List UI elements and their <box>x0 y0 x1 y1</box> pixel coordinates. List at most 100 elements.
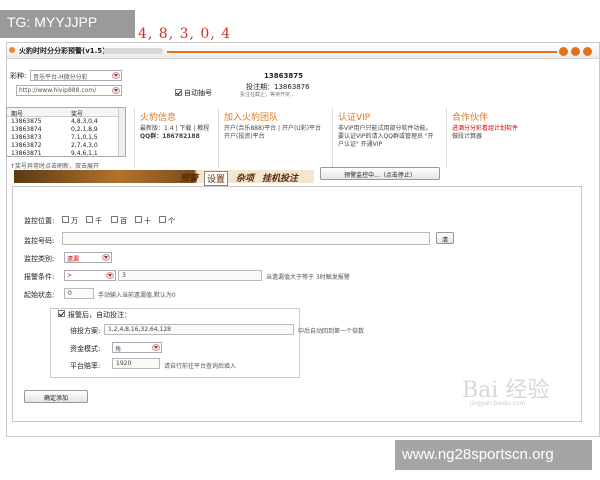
app-logo-icon <box>9 47 15 53</box>
mode-value: 角 <box>115 346 122 353</box>
rate-input[interactable]: 1920 <box>112 358 160 369</box>
col-header-issue: 期号 <box>11 111 24 118</box>
table-scrollbar[interactable] <box>118 108 125 156</box>
start-label: 起始状态: <box>24 291 55 299</box>
monitor-stop-button[interactable]: 预警监控中...（点击停止） <box>320 167 440 180</box>
position-checkbox[interactable] <box>62 216 69 223</box>
divider <box>332 108 333 168</box>
info-qq: QQ群：186782188 <box>140 133 200 140</box>
tg-badge: TG: MYYJJPP <box>0 10 135 38</box>
minimize-button[interactable] <box>559 47 568 56</box>
table-row-number: 4,8,3,0,4 <box>71 118 98 125</box>
chevron-down-icon <box>106 272 114 279</box>
confirm-add-button[interactable]: 确定添加 <box>24 390 88 403</box>
partner-link-2[interactable]: 做段计算器 <box>452 133 518 141</box>
vip-line-2: 要认证VIP的请入QQ群或管理员 "开 <box>338 133 434 140</box>
number-input[interactable] <box>62 232 430 245</box>
partner-link-1[interactable]: 进酒分分彩看组计划软件 <box>452 125 518 133</box>
start-input[interactable]: 0 <box>64 288 94 299</box>
maximize-button[interactable] <box>571 47 580 56</box>
auto-draw-label: 自动抽号 <box>184 89 212 97</box>
vip-line-3[interactable]: 户认证" 开通VIP <box>338 141 434 149</box>
position-qian-label: 千 <box>95 217 102 225</box>
condition-label: 报警条件: <box>24 273 55 281</box>
site-watermark: www.ng28sportscn.org <box>395 440 592 470</box>
condition-value-input[interactable]: 3 <box>118 270 262 281</box>
draw-status: 投注在截止，等待开奖... <box>240 92 295 98</box>
issue-number: 13863875 <box>264 72 303 80</box>
chevron-down-icon <box>102 254 110 261</box>
auto-bet-label: 报警后，自动投注： <box>68 311 131 319</box>
divider <box>218 108 219 168</box>
position-label: 监控位置: <box>24 217 55 225</box>
team-link-1[interactable]: 开户(合乐888)平台 | 开户(U彩)平台 <box>224 125 321 133</box>
plan-hint: 中后自动回到第一个倍数 <box>298 328 365 335</box>
type-label: 监控类别: <box>24 255 55 263</box>
start-hint: 手动输入当前遗漏值,默认为0 <box>98 292 176 299</box>
auto-draw-checkbox[interactable] <box>175 89 182 96</box>
team-title: 加入火豹团队 <box>224 113 279 123</box>
condition-hint: 当遗漏值大于等于 3时触发报警 <box>266 274 350 281</box>
tab-misc[interactable]: 杂项 <box>236 171 254 184</box>
plan-label: 倍投方案: <box>70 327 101 335</box>
chevron-down-icon <box>152 344 160 351</box>
table-row-issue: 13863873 <box>11 134 42 141</box>
baidu-watermark-url: jingyan.baidu.com <box>470 400 526 407</box>
refresh-tip: ↑奖号异常时点击刷新，双击展开 <box>10 163 100 170</box>
vip-section: 认证VIP 非VIP用户只能试用部分软件功能。 要认证VIP的请入QQ群或管理员… <box>338 110 434 149</box>
table-row-issue: 13863874 <box>11 126 42 133</box>
table-row-issue: 13863871 <box>11 150 42 157</box>
team-link-2[interactable]: 开户(投资)平台 <box>224 133 321 141</box>
tab-alert[interactable]: 预警 <box>180 171 198 184</box>
table-row-number: 7,1,0,1,5 <box>71 134 98 141</box>
title-bar: 火豹时时分分彩预警(v1.5) <box>7 43 599 59</box>
title-accent-line <box>167 51 557 53</box>
url-select[interactable]: http://www.hivip888.com/ <box>16 85 122 96</box>
position-shi-label: 十 <box>144 217 151 225</box>
type-value: 遗漏 <box>67 256 80 263</box>
chevron-down-icon <box>112 87 120 94</box>
divider <box>134 108 135 168</box>
lottery-type-select[interactable]: 音乐平台-H微分分彩 <box>30 70 122 81</box>
close-button[interactable] <box>583 47 592 56</box>
table-row-issue: 13863875 <box>11 118 42 125</box>
mode-select[interactable]: 角 <box>112 342 162 353</box>
history-table[interactable]: 期号 奖号 13863875 4,8,3,0,4 13863874 0,2,1,… <box>6 107 126 157</box>
table-row-number: 9,4,6,1,1 <box>71 150 98 157</box>
url-value: http://www.hivip888.com/ <box>19 87 97 94</box>
vip-line-1: 非VIP用户只能试用部分软件功能。 <box>338 125 432 132</box>
clear-button[interactable]: 清 <box>436 232 454 244</box>
window-title: 火豹时时分分彩预警(v1.5) <box>19 47 106 55</box>
info-title: 火豹信息 <box>140 113 177 123</box>
draw-numbers: 4, 8, 3, 0, 4 <box>138 26 232 42</box>
mode-label: 资金模式: <box>70 345 101 353</box>
position-checkbox[interactable] <box>135 216 142 223</box>
condition-operator-select[interactable]: > <box>64 270 116 281</box>
position-checkbox[interactable] <box>159 216 166 223</box>
lottery-type-label: 彩种: <box>10 72 27 80</box>
table-header <box>7 108 125 117</box>
divider <box>446 108 447 168</box>
tab-settings[interactable]: 设置 <box>204 171 229 186</box>
title-blur <box>103 48 163 54</box>
table-row-number: 2,7,4,3,0 <box>71 142 98 149</box>
vip-title: 认证VIP <box>338 113 371 123</box>
position-checkbox[interactable] <box>86 216 93 223</box>
lottery-type-value: 音乐平台-H微分分彩 <box>33 74 88 81</box>
tab-auto-bet[interactable]: 挂机投注 <box>262 171 298 184</box>
col-header-number: 奖号 <box>71 111 84 118</box>
position-wan-label: 万 <box>71 217 78 225</box>
position-checkbox[interactable] <box>111 216 118 223</box>
type-select[interactable]: 遗漏 <box>64 252 112 263</box>
table-row-number: 0,2,1,8,9 <box>71 126 98 133</box>
position-bai-label: 百 <box>120 217 127 225</box>
condition-operator-value: > <box>67 272 73 279</box>
position-ge-label: 个 <box>168 217 175 225</box>
auto-bet-checkbox[interactable] <box>58 310 65 317</box>
table-row-issue: 13863872 <box>11 142 42 149</box>
info-version[interactable]: 最新版：1.4 | 下载 | 教程 <box>140 125 209 133</box>
number-label: 监控号码: <box>24 237 55 245</box>
rate-label: 平台赔率: <box>70 362 101 370</box>
plan-input[interactable]: 1,2,4,8,16,32,64,128 <box>104 324 294 335</box>
info-section: 火豹信息 最新版：1.4 | 下载 | 教程 QQ群：186782188 <box>140 110 209 141</box>
